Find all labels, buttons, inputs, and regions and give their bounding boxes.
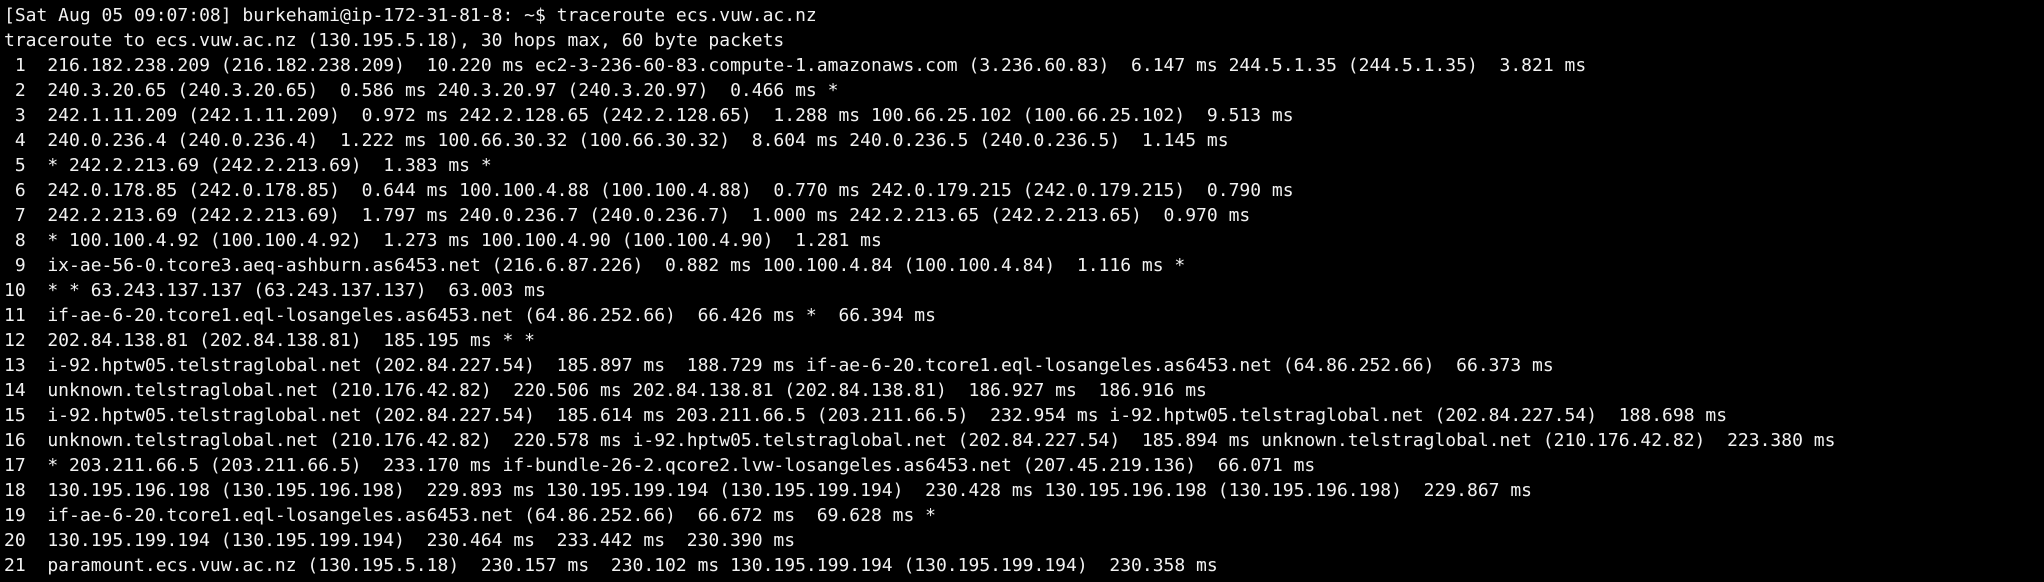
hop-line: 19 if-ae-6-20.tcore1.eql-losangeles.as64…: [4, 505, 936, 526]
prompt-line: [Sat Aug 05 09:07:08] burkehami@ip-172-3…: [4, 3, 2044, 28]
hop-line: 13 i-92.hptw05.telstraglobal.net (202.84…: [4, 355, 1554, 376]
hop-line: 6 242.0.178.85 (242.0.178.85) 0.644 ms 1…: [4, 180, 1294, 201]
hop-line: 5 * 242.2.213.69 (242.2.213.69) 1.383 ms…: [4, 155, 492, 176]
hop-line: 7 242.2.213.69 (242.2.213.69) 1.797 ms 2…: [4, 205, 1251, 226]
hop-line: 18 130.195.196.198 (130.195.196.198) 229…: [4, 480, 1533, 501]
hop-line: 8 * 100.100.4.92 (100.100.4.92) 1.273 ms…: [4, 230, 882, 251]
traceroute-header: traceroute to ecs.vuw.ac.nz (130.195.5.1…: [4, 30, 785, 51]
hop-line: 9 ix-ae-56-0.tcore3.aeq-ashburn.as6453.n…: [4, 255, 1186, 276]
hop-line: 3 242.1.11.209 (242.1.11.209) 0.972 ms 2…: [4, 105, 1294, 126]
hop-list: 1 216.182.238.209 (216.182.238.209) 10.2…: [4, 53, 2044, 578]
hop-line: 17 * 203.211.66.5 (203.211.66.5) 233.170…: [4, 455, 1316, 476]
hop-line: 11 if-ae-6-20.tcore1.eql-losangeles.as64…: [4, 305, 936, 326]
hop-line: 14 unknown.telstraglobal.net (210.176.42…: [4, 380, 1207, 401]
command-text: traceroute ecs.vuw.ac.nz: [556, 5, 817, 26]
hop-line: 15 i-92.hptw05.telstraglobal.net (202.84…: [4, 405, 1728, 426]
shell-prompt: [Sat Aug 05 09:07:08] burkehami@ip-172-3…: [4, 5, 557, 26]
hop-line: 21 paramount.ecs.vuw.ac.nz (130.195.5.18…: [4, 555, 1218, 576]
terminal-window[interactable]: [Sat Aug 05 09:07:08] burkehami@ip-172-3…: [0, 0, 2044, 582]
hop-line: 12 202.84.138.81 (202.84.138.81) 185.195…: [4, 330, 536, 351]
hop-line: 10 * * 63.243.137.137 (63.243.137.137) 6…: [4, 280, 546, 301]
hop-line: 20 130.195.199.194 (130.195.199.194) 230…: [4, 530, 796, 551]
hop-line: 1 216.182.238.209 (216.182.238.209) 10.2…: [4, 55, 1587, 76]
hop-line: 16 unknown.telstraglobal.net (210.176.42…: [4, 430, 1836, 451]
hop-line: 2 240.3.20.65 (240.3.20.65) 0.586 ms 240…: [4, 80, 839, 101]
hop-line: 4 240.0.236.4 (240.0.236.4) 1.222 ms 100…: [4, 130, 1229, 151]
